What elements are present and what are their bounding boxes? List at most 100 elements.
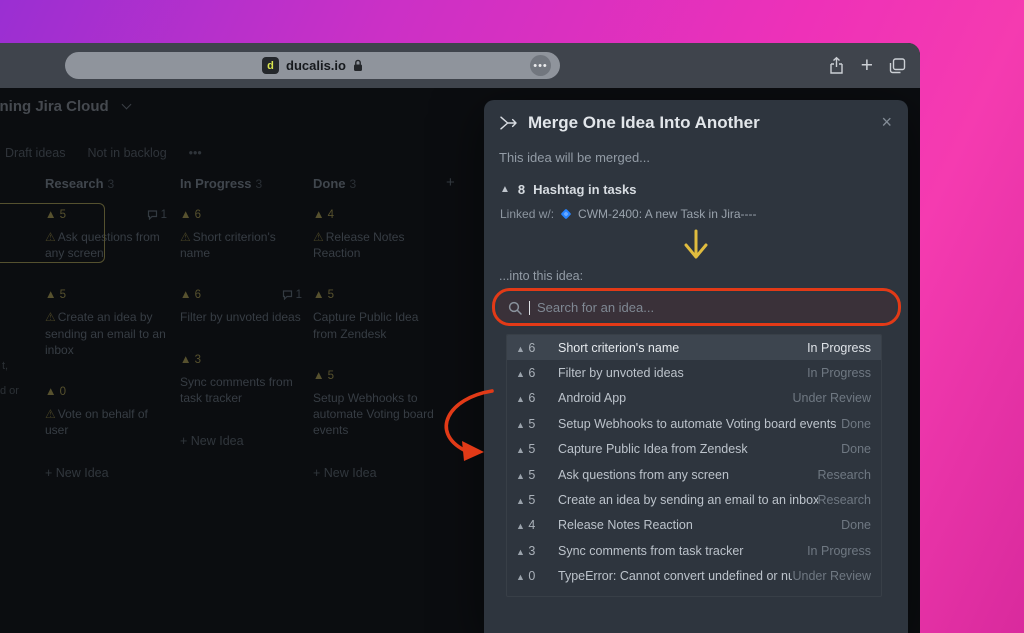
card-meta: ▲ 5 xyxy=(313,370,435,382)
idea-row[interactable]: ▲ 6Short criterion's nameIn Progress xyxy=(507,335,881,360)
merged-label: This idea will be merged... xyxy=(499,150,650,165)
url-bar[interactable]: d ducalis.io ••• xyxy=(65,52,560,79)
into-label: ...into this idea: xyxy=(499,269,583,283)
idea-votes: ▲ 0 xyxy=(507,569,547,583)
focused-card-outline xyxy=(0,203,105,263)
idea-title: Setup Webhooks to automate Voting board … xyxy=(547,417,841,431)
idea-votes: ▲ 4 xyxy=(507,518,547,532)
clipped-card-text: d or xyxy=(0,385,19,397)
idea-row[interactable]: ▲ 5Setup Webhooks to automate Voting boa… xyxy=(507,411,881,436)
board-card[interactable]: ▲ 3Sync comments from task tracker xyxy=(180,354,302,406)
tab-overview-icon[interactable] xyxy=(889,58,906,74)
new-idea-button[interactable]: + New Idea xyxy=(313,466,435,480)
idea-status: Under Review xyxy=(792,391,881,405)
idea-title: Vote on behalf of user xyxy=(547,595,818,597)
idea-votes: ▲ 6 xyxy=(507,391,547,405)
idea-row[interactable]: ▲ 6Android AppUnder Review xyxy=(507,386,881,411)
vote-count: ▲ 5 xyxy=(45,289,66,301)
app-page: anning Jira Cloud Draft ideasNot in back… xyxy=(0,88,920,633)
vote-count: ▲ 6 xyxy=(180,209,201,221)
comment-icon xyxy=(147,210,158,220)
warning-icon: ⚠ xyxy=(180,230,191,244)
source-votes: 8 xyxy=(518,182,525,197)
idea-row[interactable]: ▲ 0Vote on behalf of userResearch xyxy=(507,589,881,597)
idea-status: Research xyxy=(818,493,882,507)
vote-triangle-icon: ▲ xyxy=(516,471,525,481)
card-title: ⚠Release Notes Reaction xyxy=(313,229,435,261)
close-icon[interactable]: × xyxy=(881,112,892,133)
idea-list: ▲ 6Short criterion's nameIn Progress▲ 6F… xyxy=(506,334,882,597)
vote-triangle-icon: ▲ xyxy=(516,344,525,354)
annotation-down-arrow xyxy=(683,228,709,264)
source-title: Hashtag in tasks xyxy=(533,182,636,197)
new-idea-button[interactable]: + New Idea xyxy=(180,434,302,448)
toolbar-actions: + xyxy=(828,43,906,88)
board-card[interactable]: ▲ 5⚠Create an idea by sending an email t… xyxy=(45,289,167,358)
idea-title: Capture Public Idea from Zendesk xyxy=(547,442,841,456)
idea-title: Release Notes Reaction xyxy=(547,518,841,532)
board-card[interactable]: ▲ 6 1Filter by unvoted ideas xyxy=(180,289,302,325)
idea-votes: ▲ 5 xyxy=(507,442,547,456)
board-card[interactable]: ▲ 5Capture Public Idea from Zendesk xyxy=(313,289,435,341)
share-icon[interactable] xyxy=(828,56,845,76)
card-title: ⚠Vote on behalf of user xyxy=(45,406,167,438)
vote-count: ▲ 3 xyxy=(180,354,201,366)
idea-status: In Progress xyxy=(807,341,881,355)
vote-triangle-icon: ▲ xyxy=(516,445,525,455)
idea-votes: ▲ 5 xyxy=(507,417,547,431)
new-tab-icon[interactable]: + xyxy=(861,55,873,76)
idea-votes: ▲ 6 xyxy=(507,341,547,355)
comment-count: 1 xyxy=(282,289,302,301)
vote-triangle-icon: ▲ xyxy=(516,496,525,506)
card-meta: ▲ 4 xyxy=(313,209,435,221)
card-meta: ▲ 3 xyxy=(180,354,302,366)
idea-status: Done xyxy=(841,518,881,532)
idea-row[interactable]: ▲ 5Create an idea by sending an email to… xyxy=(507,487,881,512)
idea-status: Done xyxy=(841,442,881,456)
idea-votes: ▲ 5 xyxy=(507,468,547,482)
annotation-curved-arrow xyxy=(428,384,502,468)
board-card[interactable]: ▲ 6 ⚠Short criterion's name xyxy=(180,209,302,261)
idea-row[interactable]: ▲ 5Capture Public Idea from ZendeskDone xyxy=(507,437,881,462)
card-meta: ▲ 5 xyxy=(313,289,435,301)
board-card[interactable]: ▲ 5 Setup Webhooks to automate Voting boa… xyxy=(313,370,435,439)
jira-icon xyxy=(560,208,572,220)
clipped-card-text: t, xyxy=(2,360,8,372)
idea-status: Under Review xyxy=(792,569,881,583)
comment-icon xyxy=(282,290,293,300)
vote-count: ▲ 5 xyxy=(313,370,334,382)
idea-votes: ▲ 3 xyxy=(507,544,547,558)
browser-toolbar: d ducalis.io ••• + xyxy=(0,43,920,88)
idea-row[interactable]: ▲ 3Sync comments from task trackerIn Pro… xyxy=(507,538,881,563)
linked-prefix: Linked w/: xyxy=(500,207,554,221)
idea-title: TypeError: Cannot convert undefined or n… xyxy=(547,569,792,583)
modal-title: Merge One Idea Into Another xyxy=(528,113,760,133)
board-card[interactable]: ▲ 4 ⚠Release Notes Reaction xyxy=(313,209,435,261)
source-idea: ▲ 8 Hashtag in tasks xyxy=(500,182,636,197)
idea-votes: ▲ 5 xyxy=(507,493,547,507)
card-title: Setup Webhooks to automate Voting board … xyxy=(313,390,435,439)
idea-status: Research xyxy=(818,595,882,597)
lock-icon xyxy=(353,59,363,72)
extensions-ellipsis-button[interactable]: ••• xyxy=(530,55,551,76)
new-idea-button[interactable]: + New Idea xyxy=(45,466,167,480)
card-meta: ▲ 6 xyxy=(180,209,302,221)
linked-task-text: CWM-2400: A new Task in Jira---- xyxy=(578,207,757,221)
idea-title: Short criterion's name xyxy=(547,341,807,355)
card-title: ⚠Short criterion's name xyxy=(180,229,302,261)
idea-row[interactable]: ▲ 4Release Notes ReactionDone xyxy=(507,513,881,538)
vote-count: ▲ 5 xyxy=(313,289,334,301)
idea-row[interactable]: ▲ 6Filter by unvoted ideasIn Progress xyxy=(507,360,881,385)
annotation-red-outline xyxy=(492,288,901,326)
merge-icon xyxy=(498,113,519,133)
vote-triangle-icon: ▲ xyxy=(516,547,525,557)
vote-count: ▲ 0 xyxy=(45,386,66,398)
idea-row[interactable]: ▲ 0TypeError: Cannot convert undefined o… xyxy=(507,564,881,589)
idea-row[interactable]: ▲ 5Ask questions from any screenResearch xyxy=(507,462,881,487)
idea-title: Create an idea by sending an email to an… xyxy=(547,493,818,507)
board-column-in-progress: In Progress3▲ 6⚠Short criterion's name▲ … xyxy=(180,176,302,448)
idea-title: Android App xyxy=(547,391,792,405)
board-card[interactable]: ▲ 0 ⚠Vote on behalf of user xyxy=(45,386,167,438)
vote-triangle-icon: ▲ xyxy=(516,521,525,531)
modal-header: Merge One Idea Into Another xyxy=(498,113,760,133)
